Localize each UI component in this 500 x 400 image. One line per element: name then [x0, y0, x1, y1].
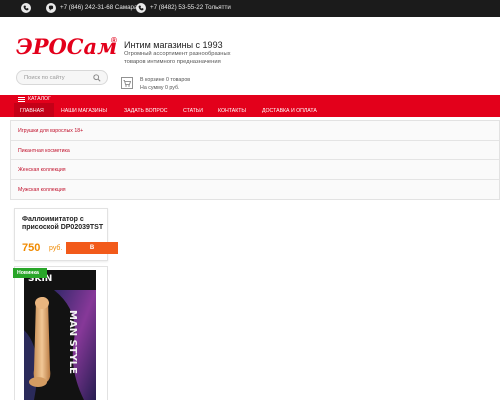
search-placeholder: Поиск по сайту: [24, 74, 65, 81]
phone-icon: [21, 3, 31, 13]
cart-items-count[interactable]: В корзине 0 товаров: [140, 77, 190, 83]
new-badge: Новинка: [13, 268, 47, 278]
category-item[interactable]: Мужская коллекция: [11, 180, 499, 200]
product-card: Фаллоимитатор с присоской DP02039TST 750…: [14, 208, 118, 261]
nav-item-ask-question[interactable]: ЗАДАТЬ ВОПРОС: [124, 108, 168, 114]
search-input[interactable]: Поиск по сайту: [16, 70, 108, 85]
category-list: Игрушки для взрослых 18+ Пикантная косме…: [10, 120, 500, 200]
category-item[interactable]: Женская коллекция: [11, 160, 499, 180]
product-name[interactable]: Фаллоимитатор с присоской DP02039TST: [22, 216, 106, 232]
search-icon[interactable]: [93, 74, 101, 84]
category-label: Игрушки для взрослых 18+: [18, 128, 84, 134]
hamburger-icon: [18, 96, 25, 102]
product-image-side-text: MAN STYLE: [67, 310, 78, 374]
nav-item-contacts[interactable]: КОНТАКТЫ: [218, 108, 246, 114]
category-label: Пикантная косметика: [18, 147, 70, 154]
viber-icon: [46, 3, 56, 13]
category-item[interactable]: Пикантная косметика: [11, 141, 499, 160]
catalog-label: КАТАЛОГ: [28, 96, 51, 102]
phone-tolyatti[interactable]: +7 (8482) 53-55-22 Тольятти: [150, 4, 231, 11]
site-logo[interactable]: ЭРОСам: [16, 36, 117, 57]
nav-item-articles[interactable]: СТАТЬИ: [183, 108, 203, 114]
cart-total: На сумму 0 руб.: [140, 85, 180, 91]
nav-item-stores[interactable]: НАШИ МАГАЗИНЫ: [61, 108, 107, 114]
top-bar: +7 (846) 242-31-68 Самара +7 (8482) 53-5…: [0, 0, 500, 17]
product-price: 750: [22, 242, 41, 254]
registered-mark: ®: [111, 36, 117, 45]
tagline-description: Огромный ассортимент разнообразных товар…: [124, 51, 231, 65]
buy-button[interactable]: В: [66, 242, 118, 254]
tagline: Интим магазины с 1993: [124, 40, 223, 50]
catalog-menu-button[interactable]: КАТАЛОГ: [18, 96, 51, 102]
price-currency: руб.: [49, 245, 63, 252]
phone-samara[interactable]: +7 (846) 242-31-68 Самара: [60, 4, 137, 11]
nav-item-delivery[interactable]: ДОСТАВКА И ОПЛАТА: [262, 108, 317, 114]
category-label: Женская коллекция: [18, 167, 66, 173]
category-item[interactable]: Игрушки для взрослых 18+: [11, 121, 499, 141]
cart-icon[interactable]: [121, 77, 133, 91]
category-label: Мужская коллекция: [18, 186, 66, 193]
product-image[interactable]: SKIN MAN STYLE: [24, 270, 96, 400]
phone-icon: [136, 3, 146, 13]
nav-item-home[interactable]: ГЛАВНАЯ: [20, 108, 44, 114]
main-nav: КАТАЛОГ ГЛАВНАЯ НАШИ МАГАЗИНЫ ЗАДАТЬ ВОП…: [0, 95, 500, 117]
